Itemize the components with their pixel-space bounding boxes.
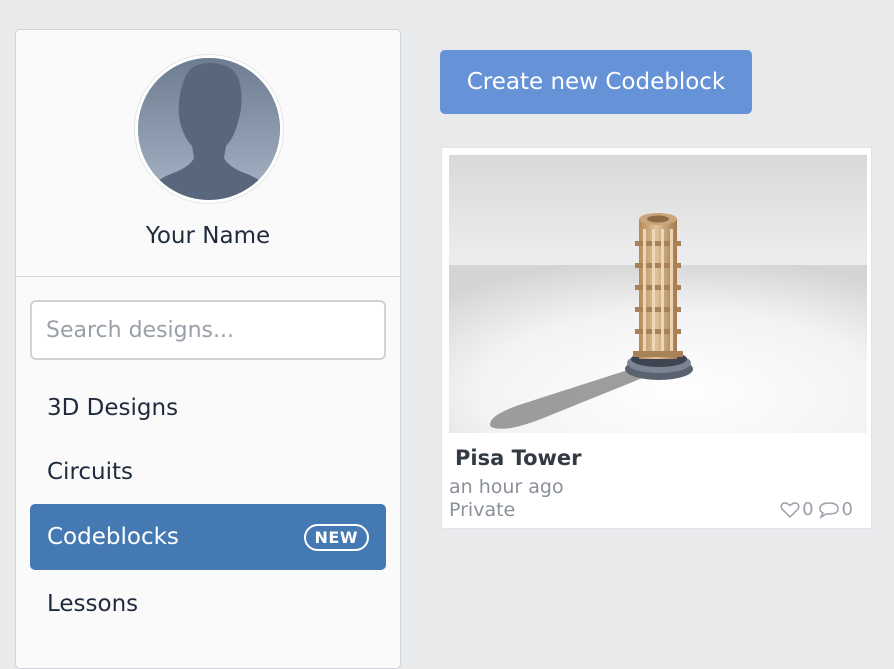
sidebar-item-codeblocks[interactable]: Codeblocks NEW <box>30 504 386 570</box>
sidebar-item-lessons[interactable]: Lessons <box>30 571 386 637</box>
heart-icon <box>780 501 800 518</box>
profile-name: Your Name <box>145 223 271 249</box>
comments-stat[interactable]: 0 <box>818 499 853 520</box>
new-badge: NEW <box>303 523 369 551</box>
search-input[interactable] <box>30 300 386 360</box>
design-time: an hour ago <box>449 476 564 498</box>
design-card[interactable]: Pisa Tower an hour ago Private 0 0 <box>441 147 872 529</box>
sidebar-item-3d-designs[interactable]: 3D Designs <box>30 375 386 441</box>
design-thumbnail <box>449 155 867 433</box>
comment-icon <box>818 501 839 519</box>
sidebar-item-label: Lessons <box>47 591 139 617</box>
design-stats: 0 0 <box>780 499 853 520</box>
sidebar-item-label: Codeblocks <box>47 524 179 550</box>
comments-count: 0 <box>841 499 853 520</box>
avatar[interactable] <box>135 55 283 203</box>
sidebar-item-label: 3D Designs <box>47 395 179 421</box>
design-privacy: Private <box>449 499 516 521</box>
sidebar-item-circuits[interactable]: Circuits <box>30 439 386 505</box>
likes-count: 0 <box>802 499 814 520</box>
profile-section: Your Name <box>16 30 400 277</box>
pisa-tower-render-icon <box>449 155 867 433</box>
sidebar: Your Name 3D Designs Circuits Codeblocks… <box>15 29 401 669</box>
sidebar-item-label: Circuits <box>47 459 134 485</box>
user-silhouette-icon <box>138 58 280 200</box>
design-title[interactable]: Pisa Tower <box>455 446 582 470</box>
create-codeblock-button[interactable]: Create new Codeblock <box>440 50 752 114</box>
likes-stat[interactable]: 0 <box>780 499 814 520</box>
